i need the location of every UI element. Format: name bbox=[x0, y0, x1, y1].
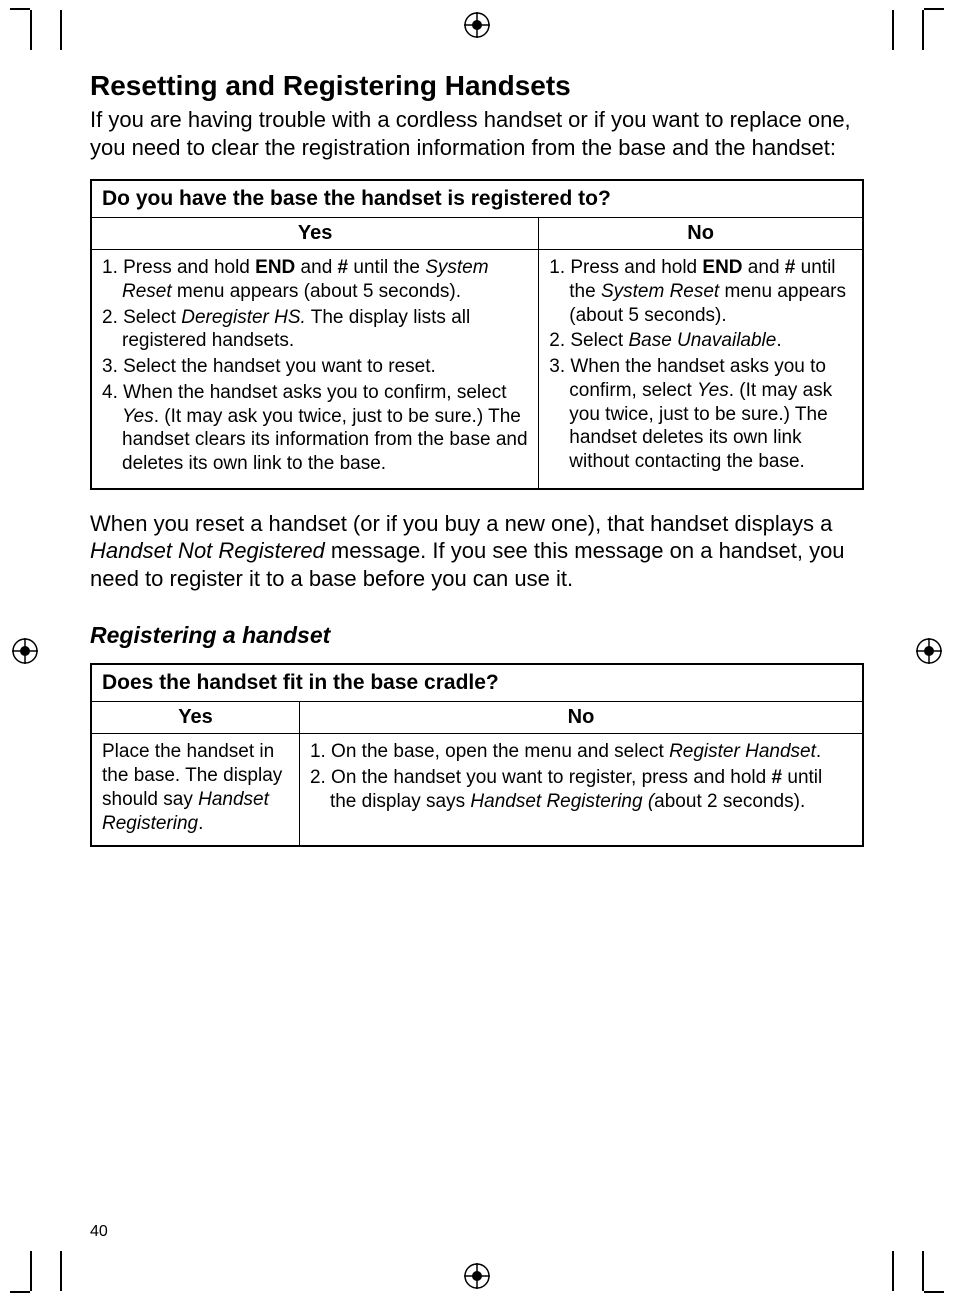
crop-mark bbox=[60, 1251, 62, 1291]
page-number: 40 bbox=[90, 1223, 108, 1241]
section-title: Resetting and Registering Handsets bbox=[90, 70, 864, 102]
registration-mark-icon bbox=[464, 12, 490, 38]
crop-mark bbox=[10, 1291, 30, 1293]
reset-table: Do you have the base the handset is regi… bbox=[90, 179, 864, 490]
crop-mark bbox=[922, 10, 924, 50]
registering-subhead: Registering a handset bbox=[90, 622, 864, 649]
table1-yes-header: Yes bbox=[91, 218, 539, 250]
list-item: 3. When the handset asks you to confirm,… bbox=[569, 355, 852, 474]
register-table: Does the handset fit in the base cradle?… bbox=[90, 663, 864, 847]
list-item: 2. Select Deregister HS. The display lis… bbox=[122, 306, 528, 354]
table2-yes-header: Yes bbox=[91, 702, 299, 734]
table1-no-cell: 1. Press and hold END and # until the Sy… bbox=[539, 250, 863, 489]
list-item: 1. On the base, open the menu and select… bbox=[330, 740, 852, 764]
list-item: 1. Press and hold END and # until the Sy… bbox=[569, 256, 852, 327]
registration-mark-icon bbox=[12, 638, 38, 664]
crop-mark bbox=[922, 1251, 924, 1291]
crop-mark bbox=[892, 10, 894, 50]
table2-yes-cell: Place the handset in the base. The displ… bbox=[91, 734, 299, 847]
crop-mark bbox=[30, 10, 32, 50]
intro-paragraph: If you are having trouble with a cordles… bbox=[90, 106, 864, 161]
table2-no-cell: 1. On the base, open the menu and select… bbox=[299, 734, 863, 847]
crop-mark bbox=[924, 1291, 944, 1293]
table1-no-steps: 1. Press and hold END and # until the Sy… bbox=[549, 256, 852, 474]
table2-no-steps: 1. On the base, open the menu and select… bbox=[310, 740, 852, 813]
table2-no-header: No bbox=[299, 702, 863, 734]
list-item: 4. When the handset asks you to confirm,… bbox=[122, 381, 528, 476]
list-item: 2. On the handset you want to register, … bbox=[330, 766, 852, 814]
registration-mark-icon bbox=[464, 1263, 490, 1289]
list-item: 3. Select the handset you want to reset. bbox=[122, 355, 528, 379]
crop-mark bbox=[10, 8, 30, 10]
crop-mark bbox=[892, 1251, 894, 1291]
list-item: 2. Select Base Unavailable. bbox=[569, 329, 852, 353]
table2-question: Does the handset fit in the base cradle? bbox=[91, 664, 863, 702]
list-item: 1. Press and hold END and # until the Sy… bbox=[122, 256, 528, 304]
mid-paragraph: When you reset a handset (or if you buy … bbox=[90, 510, 864, 593]
table1-question: Do you have the base the handset is regi… bbox=[91, 180, 863, 218]
table1-yes-steps: 1. Press and hold END and # until the Sy… bbox=[102, 256, 528, 476]
crop-mark bbox=[30, 1251, 32, 1291]
crop-mark bbox=[60, 10, 62, 50]
registration-mark-icon bbox=[916, 638, 942, 664]
crop-mark bbox=[924, 8, 944, 10]
table1-yes-cell: 1. Press and hold END and # until the Sy… bbox=[91, 250, 539, 489]
table1-no-header: No bbox=[539, 218, 863, 250]
